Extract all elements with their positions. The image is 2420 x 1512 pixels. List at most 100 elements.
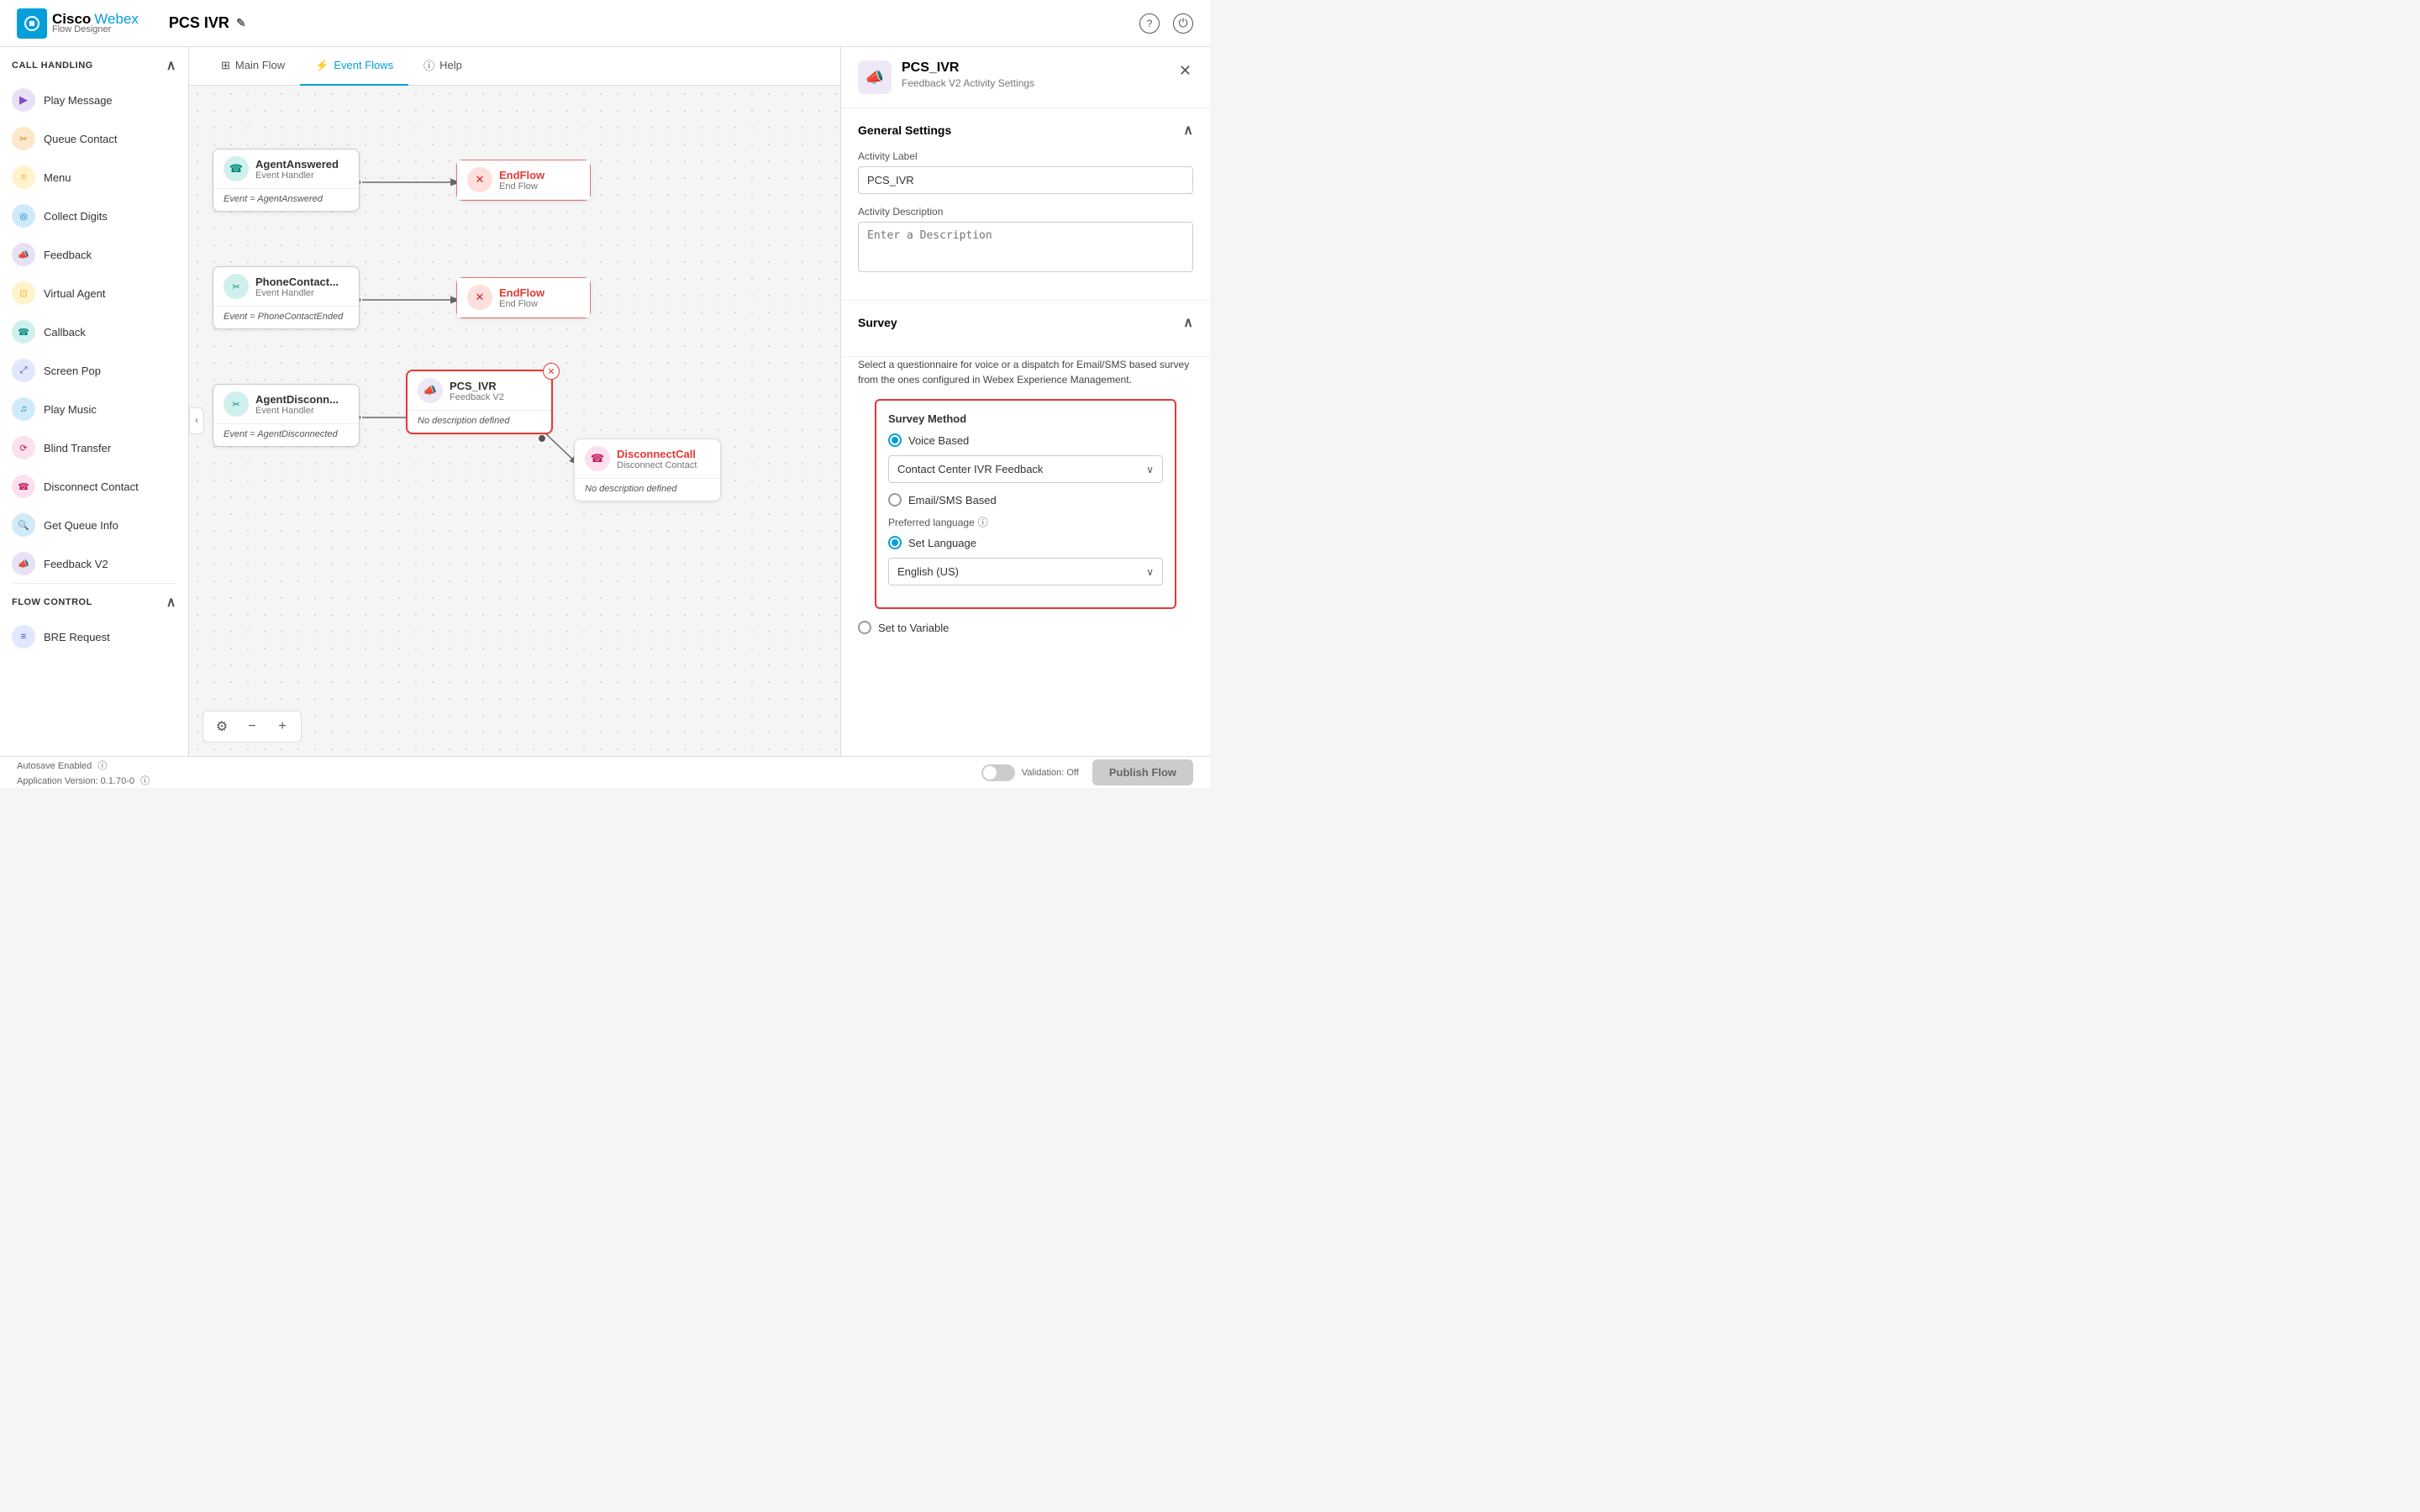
node-subtitle: End Flow xyxy=(499,181,544,192)
play-music-icon: ♫ xyxy=(12,397,35,421)
publish-flow-button[interactable]: Publish Flow xyxy=(1092,759,1193,785)
node-body: Event = PhoneContactEnded xyxy=(213,307,359,328)
sidebar-item-label: Feedback xyxy=(44,249,92,261)
flow-control-collapse[interactable]: ∧ xyxy=(166,594,176,611)
node-title: PhoneContact... xyxy=(255,276,339,288)
node-phone-contact[interactable]: ✂ PhoneContact... Event Handler Event = … xyxy=(213,266,360,329)
sidebar-item-label: BRE Request xyxy=(44,631,110,643)
menu-icon: ≡ xyxy=(12,165,35,189)
panel-subtitle: Feedback V2 Activity Settings xyxy=(902,77,1034,89)
call-handling-collapse[interactable]: ∧ xyxy=(166,57,176,74)
sidebar-item-feedback[interactable]: 📣 Feedback xyxy=(0,235,188,274)
node-desc: No description defined xyxy=(418,416,541,426)
node-title: AgentAnswered xyxy=(255,158,339,171)
tabs-bar: ⊞ Main Flow ⚡ Event Flows ⓘ Help xyxy=(189,47,840,86)
sidebar-item-blind-transfer[interactable]: ⟳ Blind Transfer xyxy=(0,428,188,467)
autosave-status: Autosave Enabled ⓘ xyxy=(17,759,150,772)
survey-method-label: Survey Method xyxy=(888,412,1163,425)
canvas-controls: ⚙ − + xyxy=(203,711,302,743)
panel-header-left: 📣 PCS_IVR Feedback V2 Activity Settings xyxy=(858,60,1034,94)
sidebar-item-menu[interactable]: ≡ Menu xyxy=(0,158,188,197)
set-language-radio[interactable] xyxy=(888,536,902,549)
node-pcs-ivr[interactable]: ✕ 📣 PCS_IVR Feedback V2 No description d… xyxy=(406,370,553,434)
help-button[interactable]: ? xyxy=(1139,13,1160,34)
zoom-in-control[interactable]: + xyxy=(271,715,294,738)
node-close-icon[interactable]: ✕ xyxy=(543,363,560,380)
settings-control[interactable]: ⚙ xyxy=(210,715,234,738)
general-settings-toggle[interactable]: ∧ xyxy=(1183,122,1193,139)
node-header: ✕ EndFlow End Flow xyxy=(457,278,590,318)
tab-main-flow[interactable]: ⊞ Main Flow xyxy=(206,47,300,86)
tab-help[interactable]: ⓘ Help xyxy=(408,47,477,86)
set-to-variable-radio[interactable] xyxy=(858,621,871,634)
collapse-sidebar-button[interactable]: ‹ xyxy=(189,407,204,434)
canvas-area: ⊞ Main Flow ⚡ Event Flows ⓘ Help xyxy=(189,47,840,756)
language-dropdown-value: English (US) xyxy=(897,565,959,578)
email-sms-radio[interactable] xyxy=(888,493,902,507)
pref-lang-info-icon: ⓘ xyxy=(978,515,988,529)
validation-toggle[interactable] xyxy=(981,764,1015,781)
get-queue-info-icon: 🔍 xyxy=(12,513,35,537)
flow-title: PCS IVR ✎ xyxy=(169,14,246,32)
sidebar-item-play-music[interactable]: ♫ Play Music xyxy=(0,390,188,428)
sidebar-item-label: Menu xyxy=(44,171,71,184)
sidebar-item-virtual-agent[interactable]: ⊡ Virtual Agent xyxy=(0,274,188,312)
voice-dropdown[interactable]: Contact Center IVR Feedback ∨ xyxy=(888,455,1163,483)
sidebar-item-label: Play Music xyxy=(44,403,97,416)
node-agent-disconn[interactable]: ✂ AgentDisconn... Event Handler Event = … xyxy=(213,384,360,447)
sidebar-item-feedback-v2[interactable]: 📣 Feedback V2 xyxy=(0,544,188,583)
logout-button[interactable]: ⏻ xyxy=(1173,13,1193,34)
sidebar-item-callback[interactable]: ☎ Callback xyxy=(0,312,188,351)
sidebar-item-queue-contact[interactable]: ✂ Queue Contact xyxy=(0,119,188,158)
callback-icon: ☎ xyxy=(12,320,35,344)
node-subtitle: End Flow xyxy=(499,299,544,309)
feedback-icon: 📣 xyxy=(12,243,35,266)
node-event: Event = AgentDisconnected xyxy=(224,429,349,439)
sidebar-item-screen-pop[interactable]: ⤢ Screen Pop xyxy=(0,351,188,390)
email-sms-radio-group: Email/SMS Based xyxy=(888,493,1163,507)
node-agent-answered[interactable]: ☎ AgentAnswered Event Handler Event = Ag… xyxy=(213,149,360,212)
language-dropdown[interactable]: English (US) ∨ xyxy=(888,558,1163,585)
panel-title: PCS_IVR xyxy=(902,60,1034,76)
sidebar-item-play-message[interactable]: ▶ Play Message xyxy=(0,81,188,119)
node-header: 📣 PCS_IVR Feedback V2 xyxy=(408,371,551,411)
logo: CiscoWebex Flow Designer xyxy=(17,8,139,39)
zoom-out-control[interactable]: − xyxy=(240,715,264,738)
node-subtitle: Feedback V2 xyxy=(450,392,504,402)
flow-title-text: PCS IVR xyxy=(169,14,229,32)
activity-desc-input[interactable] xyxy=(858,222,1193,272)
node-icon: ☎ xyxy=(585,446,610,471)
node-disconnect-call[interactable]: ☎ DisconnectCall Disconnect Contact No d… xyxy=(574,438,721,501)
node-icon: ☎ xyxy=(224,156,249,181)
pref-lang-label-group: Preferred language ⓘ xyxy=(888,515,1163,529)
panel-close-button[interactable]: ✕ xyxy=(1177,60,1193,81)
canvas[interactable]: ☎ AgentAnswered Event Handler Event = Ag… xyxy=(189,86,840,756)
event-flows-icon: ⚡ xyxy=(315,59,329,72)
node-subtitle: Event Handler xyxy=(255,288,339,298)
node-endflow-2[interactable]: ✕ EndFlow End Flow xyxy=(456,277,591,318)
edit-icon[interactable]: ✎ xyxy=(236,16,246,30)
tab-event-flows[interactable]: ⚡ Event Flows xyxy=(300,47,408,86)
sidebar-item-disconnect-contact[interactable]: ☎ Disconnect Contact xyxy=(0,467,188,506)
survey-description: Select a questionnaire for voice or a di… xyxy=(858,357,1193,387)
node-title: EndFlow xyxy=(499,169,544,181)
activity-label-input[interactable] xyxy=(858,166,1193,194)
autosave-info-icon: ⓘ xyxy=(97,761,107,771)
node-body: No description defined xyxy=(408,411,551,433)
play-message-icon: ▶ xyxy=(12,88,35,112)
sidebar-item-bre-request[interactable]: ≡ BRE Request xyxy=(0,617,188,656)
voice-based-radio[interactable] xyxy=(888,433,902,447)
survey-toggle[interactable]: ∧ xyxy=(1183,314,1193,331)
collect-digits-icon: ◎ xyxy=(12,204,35,228)
node-icon: ✂ xyxy=(224,274,249,299)
tab-label: Help xyxy=(439,59,462,71)
node-title-group: DisconnectCall Disconnect Contact xyxy=(617,448,697,470)
sidebar-item-collect-digits[interactable]: ◎ Collect Digits xyxy=(0,197,188,235)
feedback-v2-icon: 📣 xyxy=(12,552,35,575)
node-subtitle: Disconnect Contact xyxy=(617,460,697,470)
node-title-group: AgentDisconn... Event Handler xyxy=(255,393,339,416)
tab-label: Main Flow xyxy=(235,59,285,71)
node-title-group: AgentAnswered Event Handler xyxy=(255,158,339,181)
sidebar-item-get-queue-info[interactable]: 🔍 Get Queue Info xyxy=(0,506,188,544)
node-endflow-1[interactable]: ✕ EndFlow End Flow xyxy=(456,160,591,201)
